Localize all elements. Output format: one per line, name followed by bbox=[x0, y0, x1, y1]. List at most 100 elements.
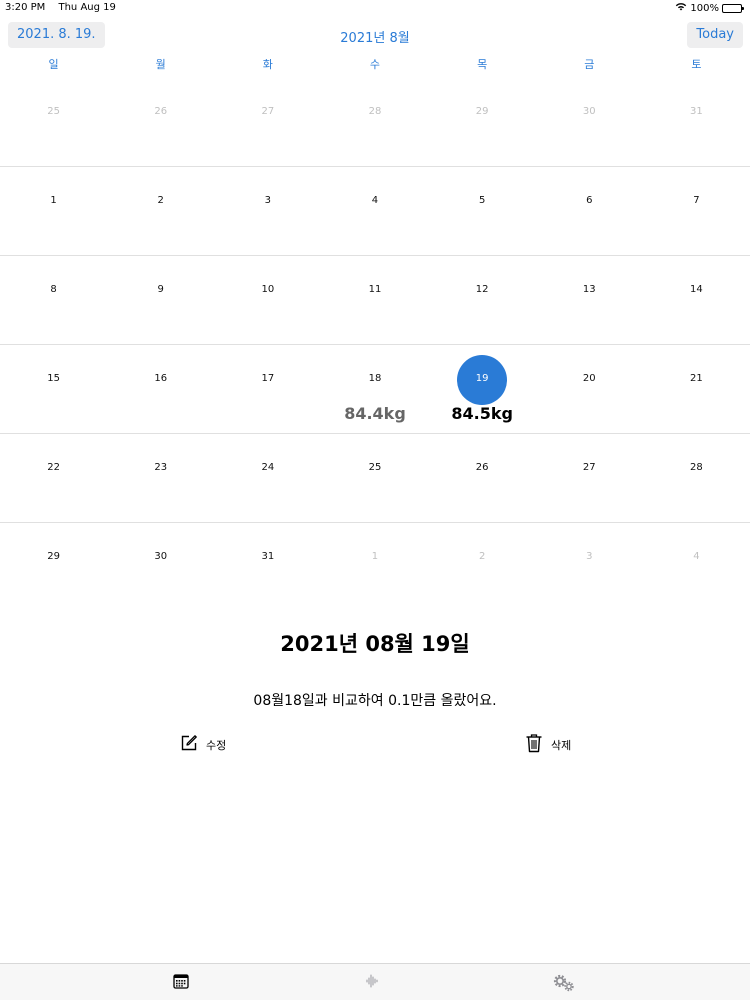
calendar-day[interactable]: 13 bbox=[536, 256, 643, 344]
weekday-label: 금 bbox=[584, 58, 595, 71]
calendar-day[interactable]: 28 bbox=[643, 434, 750, 522]
day-number: 2 bbox=[157, 195, 164, 206]
comparison-message: 08월18일과 비교하여 0.1만큼 올랐어요. bbox=[253, 693, 497, 709]
day-number: 19 bbox=[475, 373, 489, 384]
calendar-day[interactable]: 2 bbox=[107, 167, 214, 255]
calendar-day[interactable]: 27 bbox=[214, 78, 321, 166]
calendar-day[interactable]: 3 bbox=[214, 167, 321, 255]
calendar-day[interactable]: 12 bbox=[429, 256, 536, 344]
day-number: 22 bbox=[47, 462, 60, 473]
weekday-label: 화 bbox=[262, 58, 273, 71]
calendar-day[interactable]: 26 bbox=[429, 434, 536, 522]
day-number: 1 bbox=[371, 551, 379, 562]
calendar-day[interactable]: 21 bbox=[643, 345, 750, 433]
calendar-day[interactable]: 5 bbox=[429, 167, 536, 255]
calendar-day[interactable]: 6 bbox=[536, 167, 643, 255]
calendar-day[interactable]: 1 bbox=[321, 523, 428, 612]
tab-bar bbox=[0, 963, 750, 1000]
day-number: 24 bbox=[261, 462, 275, 473]
day-number: 28 bbox=[690, 462, 703, 473]
calendar-day[interactable]: 29 bbox=[429, 78, 536, 166]
weekday-header: 일 월 화 수 목 금 토 bbox=[0, 56, 750, 71]
calendar-day[interactable]: 25 bbox=[321, 434, 428, 522]
day-number: 25 bbox=[47, 106, 60, 117]
day-number: 15 bbox=[47, 373, 60, 384]
day-number: 16 bbox=[154, 373, 168, 384]
calendar-day[interactable]: 7 bbox=[643, 167, 750, 255]
day-number: 11 bbox=[368, 284, 382, 295]
calendar-day[interactable]: 11 bbox=[321, 256, 428, 344]
calendar-day[interactable]: 15 bbox=[0, 345, 107, 433]
calendar-day[interactable]: 8 bbox=[0, 256, 107, 344]
waveform-icon bbox=[364, 973, 380, 993]
calendar-icon bbox=[173, 973, 189, 993]
day-number: 4 bbox=[693, 551, 700, 562]
day-number: 26 bbox=[475, 462, 489, 473]
weekday-label: 월 bbox=[155, 58, 166, 71]
calendar-day[interactable]: 4 bbox=[643, 523, 750, 612]
day-number: 1 bbox=[50, 195, 57, 206]
day-number: 4 bbox=[371, 195, 379, 206]
calendar-week-row: 25 26 27 28 29 30 31 bbox=[0, 78, 750, 167]
day-number: 3 bbox=[264, 195, 272, 206]
calendar-week-row: 22 23 24 25 26 27 28 bbox=[0, 434, 750, 523]
calendar-day[interactable]: 16 bbox=[107, 345, 214, 433]
calendar-day[interactable]: 1 bbox=[0, 167, 107, 255]
day-number: 5 bbox=[478, 195, 486, 206]
calendar-day[interactable]: 25 bbox=[0, 78, 107, 166]
weekday-label: 일 bbox=[48, 58, 59, 71]
calendar-day[interactable]: 10 bbox=[214, 256, 321, 344]
wifi-icon bbox=[675, 2, 687, 14]
day-number: 20 bbox=[582, 373, 596, 384]
edit-button[interactable]: 수정 bbox=[180, 735, 226, 755]
calendar-day[interactable]: 20 bbox=[536, 345, 643, 433]
calendar-day[interactable]: 3 bbox=[536, 523, 643, 612]
day-number: 25 bbox=[368, 462, 382, 473]
calendar-day[interactable]: 29 bbox=[0, 523, 107, 612]
calendar-day[interactable]: 24 bbox=[214, 434, 321, 522]
calendar-day[interactable]: 27 bbox=[536, 434, 643, 522]
calendar-day[interactable]: 31 bbox=[214, 523, 321, 612]
weekday-label: 수 bbox=[369, 58, 381, 71]
calendar-day[interactable]: 31 bbox=[643, 78, 750, 166]
day-number: 21 bbox=[690, 373, 703, 384]
trash-icon bbox=[525, 733, 543, 757]
today-button[interactable]: Today bbox=[687, 22, 743, 48]
day-number: 27 bbox=[261, 106, 275, 117]
selected-date-button[interactable]: 2021. 8. 19. bbox=[8, 22, 105, 48]
calendar-day[interactable]: 22 bbox=[0, 434, 107, 522]
calendar-day[interactable]: 28 bbox=[321, 78, 428, 166]
calendar-grid: 25 26 27 28 29 30 31 1 2 3 4 5 6 7 8 9 10 11 12 13 14 15 16 17 1… bbox=[0, 78, 750, 612]
calendar-day[interactable]: 26 bbox=[107, 78, 214, 166]
day-weight: 84.5kg bbox=[451, 404, 513, 423]
tab-settings[interactable] bbox=[552, 973, 576, 993]
day-number: 6 bbox=[586, 195, 593, 206]
day-number: 27 bbox=[582, 462, 596, 473]
day-number: 26 bbox=[154, 106, 168, 117]
delete-button[interactable]: 삭제 bbox=[525, 733, 572, 757]
calendar-day[interactable]: 4 bbox=[321, 167, 428, 255]
calendar-day[interactable]: 30 bbox=[107, 523, 214, 612]
day-number: 28 bbox=[368, 106, 382, 117]
calendar-day[interactable]: 18 84.4kg bbox=[321, 345, 428, 433]
day-number: 29 bbox=[47, 551, 60, 562]
day-number: 2 bbox=[478, 551, 486, 562]
day-number: 3 bbox=[586, 551, 593, 562]
calendar-week-row: 29 30 31 1 2 3 4 bbox=[0, 523, 750, 612]
edit-icon bbox=[180, 734, 198, 756]
calendar-header: 2021. 8. 19. 2021년 8월 Today bbox=[0, 22, 750, 48]
weekday-label: 목 bbox=[477, 58, 488, 71]
calendar-day[interactable]: 9 bbox=[107, 256, 214, 344]
calendar-day-selected[interactable]: 19 84.5kg bbox=[429, 345, 536, 433]
calendar-day[interactable]: 17 bbox=[214, 345, 321, 433]
status-date: Thu Aug 19 bbox=[58, 2, 116, 13]
calendar-day[interactable]: 23 bbox=[107, 434, 214, 522]
calendar-day[interactable]: 30 bbox=[536, 78, 643, 166]
tab-calendar[interactable] bbox=[169, 973, 193, 993]
calendar-day[interactable]: 2 bbox=[429, 523, 536, 612]
calendar-week-row: 8 9 10 11 12 13 14 bbox=[0, 256, 750, 345]
delete-label: 삭제 bbox=[551, 739, 572, 752]
edit-label: 수정 bbox=[206, 739, 227, 752]
tab-waveform[interactable] bbox=[360, 973, 384, 993]
calendar-day[interactable]: 14 bbox=[643, 256, 750, 344]
